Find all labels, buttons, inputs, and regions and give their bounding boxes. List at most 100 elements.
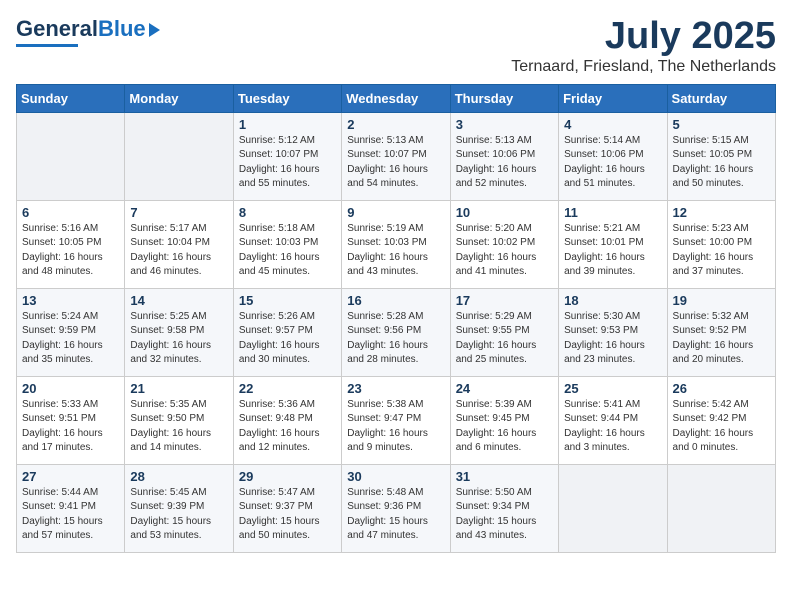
day-detail: Sunrise: 5:19 AMSunset: 10:03 PMDaylight…: [347, 222, 444, 280]
day-number: 31: [456, 469, 553, 484]
calendar-empty-cell: [667, 464, 775, 552]
day-number: 19: [673, 293, 770, 308]
day-number: 6: [22, 205, 119, 220]
calendar-day-cell: 8Sunrise: 5:18 AMSunset: 10:03 PMDayligh…: [233, 200, 341, 288]
day-number: 7: [130, 205, 227, 220]
calendar-day-cell: 23 Sunrise: 5:38 AMSunset: 9:47 PMDayligh…: [342, 376, 450, 464]
day-detail: Sunrise: 5:39 AMSunset: 9:45 PMDaylight:…: [456, 398, 553, 456]
calendar-day-cell: 15 Sunrise: 5:26 AMSunset: 9:57 PMDayligh…: [233, 288, 341, 376]
day-detail: Sunrise: 5:28 AMSunset: 9:56 PMDaylight:…: [347, 310, 444, 368]
day-number: 13: [22, 293, 119, 308]
day-number: 26: [673, 381, 770, 396]
day-detail: Sunrise: 5:41 AMSunset: 9:44 PMDaylight:…: [564, 398, 661, 456]
day-number: 15: [239, 293, 336, 308]
calendar-day-cell: 16 Sunrise: 5:28 AMSunset: 9:56 PMDayligh…: [342, 288, 450, 376]
calendar-day-cell: 18Sunrise: 5:30 AMSunset: 9:53 PMDayligh…: [559, 288, 667, 376]
day-number: 16: [347, 293, 444, 308]
day-number: 11: [564, 205, 661, 220]
logo-underline: [16, 44, 78, 47]
calendar-day-cell: 7 Sunrise: 5:17 AMSunset: 10:04 PMDayligh…: [125, 200, 233, 288]
calendar-day-cell: 12 Sunrise: 5:23 AMSunset: 10:00 PMDaylig…: [667, 200, 775, 288]
day-detail: Sunrise: 5:12 AMSunset: 10:07 PMDaylight…: [239, 134, 336, 192]
day-number: 10: [456, 205, 553, 220]
calendar-body: 1 Sunrise: 5:12 AMSunset: 10:07 PMDayligh…: [17, 112, 776, 552]
calendar-day-cell: 13 Sunrise: 5:24 AMSunset: 9:59 PMDayligh…: [17, 288, 125, 376]
weekday-header-tuesday: Tuesday: [233, 84, 341, 112]
calendar-day-cell: 6 Sunrise: 5:16 AMSunset: 10:05 PMDayligh…: [17, 200, 125, 288]
day-detail: Sunrise: 5:25 AMSunset: 9:58 PMDaylight:…: [130, 310, 227, 368]
calendar-day-cell: 24 Sunrise: 5:39 AMSunset: 9:45 PMDayligh…: [450, 376, 558, 464]
calendar-day-cell: 27 Sunrise: 5:44 AMSunset: 9:41 PMDayligh…: [17, 464, 125, 552]
weekday-header-monday: Monday: [125, 84, 233, 112]
calendar-empty-cell: [559, 464, 667, 552]
calendar-week-row: 1 Sunrise: 5:12 AMSunset: 10:07 PMDayligh…: [17, 112, 776, 200]
day-detail: Sunrise: 5:23 AMSunset: 10:00 PMDaylight…: [673, 222, 770, 280]
weekday-header-saturday: Saturday: [667, 84, 775, 112]
calendar-day-cell: 4 Sunrise: 5:14 AMSunset: 10:06 PMDayligh…: [559, 112, 667, 200]
calendar-day-cell: 26Sunrise: 5:42 AMSunset: 9:42 PMDayligh…: [667, 376, 775, 464]
day-number: 5: [673, 117, 770, 132]
calendar-day-cell: 29Sunrise: 5:47 AMSunset: 9:37 PMDayligh…: [233, 464, 341, 552]
day-detail: Sunrise: 5:14 AMSunset: 10:06 PMDaylight…: [564, 134, 661, 192]
page-subtitle: Ternaard, Friesland, The Netherlands: [511, 58, 776, 76]
calendar-day-cell: 19 Sunrise: 5:32 AMSunset: 9:52 PMDayligh…: [667, 288, 775, 376]
page-title: July 2025: [511, 16, 776, 58]
logo-arrow-icon: [149, 23, 160, 37]
day-number: 25: [564, 381, 661, 396]
day-detail: Sunrise: 5:24 AMSunset: 9:59 PMDaylight:…: [22, 310, 119, 368]
day-detail: Sunrise: 5:35 AMSunset: 9:50 PMDaylight:…: [130, 398, 227, 456]
calendar-day-cell: 3Sunrise: 5:13 AMSunset: 10:06 PMDayligh…: [450, 112, 558, 200]
day-number: 8: [239, 205, 336, 220]
calendar-day-cell: 20Sunrise: 5:33 AMSunset: 9:51 PMDayligh…: [17, 376, 125, 464]
calendar-day-cell: 30 Sunrise: 5:48 AMSunset: 9:36 PMDayligh…: [342, 464, 450, 552]
calendar-day-cell: 10 Sunrise: 5:20 AMSunset: 10:02 PMDaylig…: [450, 200, 558, 288]
day-number: 29: [239, 469, 336, 484]
calendar-day-cell: 1 Sunrise: 5:12 AMSunset: 10:07 PMDayligh…: [233, 112, 341, 200]
calendar-day-cell: 21Sunrise: 5:35 AMSunset: 9:50 PMDayligh…: [125, 376, 233, 464]
day-detail: Sunrise: 5:26 AMSunset: 9:57 PMDaylight:…: [239, 310, 336, 368]
calendar-week-row: 6 Sunrise: 5:16 AMSunset: 10:05 PMDayligh…: [17, 200, 776, 288]
calendar-header: SundayMondayTuesdayWednesdayThursdayFrid…: [17, 84, 776, 112]
weekday-header-sunday: Sunday: [17, 84, 125, 112]
day-number: 27: [22, 469, 119, 484]
day-number: 22: [239, 381, 336, 396]
calendar-day-cell: 2Sunrise: 5:13 AMSunset: 10:07 PMDayligh…: [342, 112, 450, 200]
day-detail: Sunrise: 5:20 AMSunset: 10:02 PMDaylight…: [456, 222, 553, 280]
day-number: 17: [456, 293, 553, 308]
day-detail: Sunrise: 5:16 AMSunset: 10:05 PMDaylight…: [22, 222, 119, 280]
day-detail: Sunrise: 5:48 AMSunset: 9:36 PMDaylight:…: [347, 486, 444, 544]
day-detail: Sunrise: 5:21 AMSunset: 10:01 PMDaylight…: [564, 222, 661, 280]
day-number: 12: [673, 205, 770, 220]
calendar-day-cell: 9Sunrise: 5:19 AMSunset: 10:03 PMDayligh…: [342, 200, 450, 288]
day-number: 14: [130, 293, 227, 308]
day-detail: Sunrise: 5:13 AMSunset: 10:07 PMDaylight…: [347, 134, 444, 192]
day-detail: Sunrise: 5:17 AMSunset: 10:04 PMDaylight…: [130, 222, 227, 280]
calendar-day-cell: 22 Sunrise: 5:36 AMSunset: 9:48 PMDayligh…: [233, 376, 341, 464]
weekday-header-wednesday: Wednesday: [342, 84, 450, 112]
calendar-day-cell: 5Sunrise: 5:15 AMSunset: 10:05 PMDayligh…: [667, 112, 775, 200]
page-header: GeneralBlue July 2025 Ternaard, Frieslan…: [16, 16, 776, 76]
day-detail: Sunrise: 5:13 AMSunset: 10:06 PMDaylight…: [456, 134, 553, 192]
day-detail: Sunrise: 5:50 AMSunset: 9:34 PMDaylight:…: [456, 486, 553, 544]
day-number: 28: [130, 469, 227, 484]
calendar-empty-cell: [125, 112, 233, 200]
day-detail: Sunrise: 5:44 AMSunset: 9:41 PMDaylight:…: [22, 486, 119, 544]
day-number: 1: [239, 117, 336, 132]
day-number: 18: [564, 293, 661, 308]
day-detail: Sunrise: 5:45 AMSunset: 9:39 PMDaylight:…: [130, 486, 227, 544]
calendar-day-cell: 31 Sunrise: 5:50 AMSunset: 9:34 PMDayligh…: [450, 464, 558, 552]
day-number: 23: [347, 381, 444, 396]
logo-text: GeneralBlue: [16, 16, 146, 42]
weekday-header-row: SundayMondayTuesdayWednesdayThursdayFrid…: [17, 84, 776, 112]
calendar-day-cell: 17Sunrise: 5:29 AMSunset: 9:55 PMDayligh…: [450, 288, 558, 376]
title-block: July 2025 Ternaard, Friesland, The Nethe…: [511, 16, 776, 76]
day-number: 24: [456, 381, 553, 396]
logo: GeneralBlue: [16, 16, 160, 47]
day-detail: Sunrise: 5:36 AMSunset: 9:48 PMDaylight:…: [239, 398, 336, 456]
day-detail: Sunrise: 5:32 AMSunset: 9:52 PMDaylight:…: [673, 310, 770, 368]
day-number: 30: [347, 469, 444, 484]
calendar-table: SundayMondayTuesdayWednesdayThursdayFrid…: [16, 84, 776, 553]
day-number: 4: [564, 117, 661, 132]
calendar-empty-cell: [17, 112, 125, 200]
day-detail: Sunrise: 5:38 AMSunset: 9:47 PMDaylight:…: [347, 398, 444, 456]
